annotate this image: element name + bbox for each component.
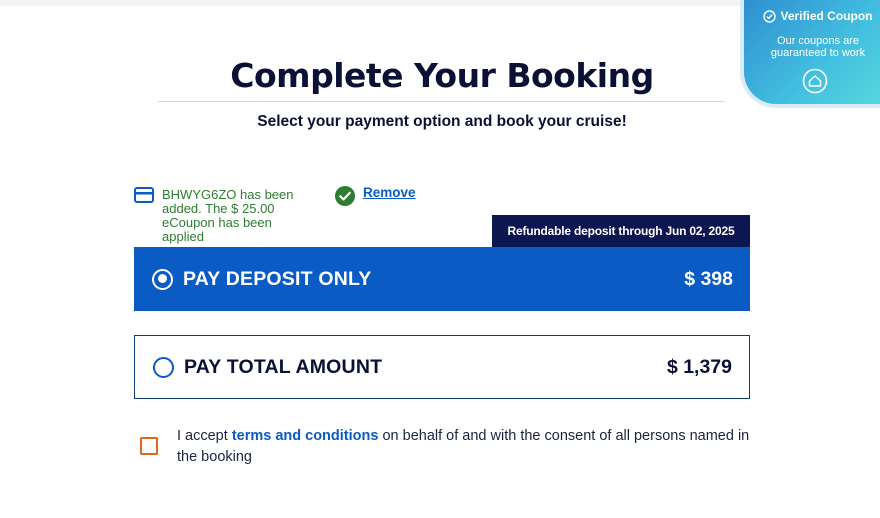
page-subtitle: Select your payment option and book your… [257,113,627,130]
coupon-badge-subtitle: Our coupons are guaranteed to work [770,35,866,59]
check-icon [335,186,355,206]
home-icon [802,68,828,94]
page-title: Complete Your Booking [230,56,654,95]
deposit-option-label: PAY DEPOSIT ONLY [183,267,372,290]
total-option-price: $ 1,379 [666,355,732,378]
verified-coupon-badge[interactable]: Verified Coupon Our coupons are guarante… [740,0,880,108]
total-radio[interactable] [153,356,174,378]
coupon-applied-message: BHWYG6ZO has been added. The $ 25.00 eCo… [162,187,294,244]
total-option-label: PAY TOTAL AMOUNT [184,355,383,378]
pay-total-option[interactable]: PAY TOTAL AMOUNT $ 1,379 [134,335,750,399]
credit-card-icon [134,187,154,203]
terms-text: I accept terms and conditions on behalf … [177,426,752,468]
title-divider [158,101,725,102]
check-circle-icon [763,9,777,23]
terms-prefix: I accept [177,428,232,444]
remove-coupon-link[interactable]: Remove [363,185,416,200]
deposit-radio[interactable] [152,268,173,290]
coupon-badge-title-text: Verified Coupon [780,9,873,23]
refundable-deposit-tag: Refundable deposit through Jun 02, 2025 [492,215,750,247]
terms-link[interactable]: terms and conditions [232,428,379,444]
pay-deposit-option[interactable]: PAY DEPOSIT ONLY $ 398 [134,247,750,311]
terms-checkbox[interactable] [140,437,158,455]
coupon-badge-title: Verified Coupon [752,9,880,23]
deposit-option-price: $ 398 [684,267,733,290]
